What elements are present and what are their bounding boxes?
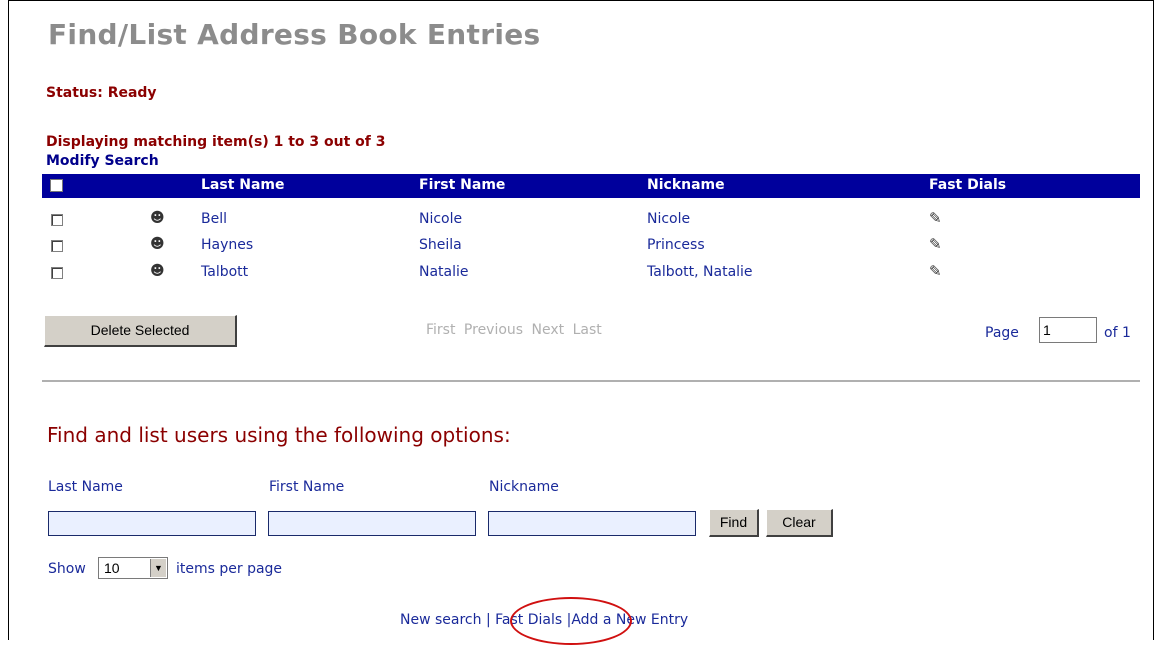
chevron-down-icon[interactable]: ▼ — [150, 559, 166, 577]
nickname-label: Nickname — [489, 479, 559, 495]
modify-search-link[interactable]: Modify Search — [46, 153, 159, 169]
first-name-label: First Name — [269, 479, 345, 495]
cell-nickname[interactable]: Princess — [647, 237, 705, 253]
cell-first-name[interactable]: Natalie — [419, 264, 469, 280]
pager-previous: Previous — [463, 322, 524, 338]
table-header: Last Name First Name Nickname Fast Dials — [42, 174, 1140, 198]
clear-button[interactable]: Clear — [766, 509, 833, 537]
items-per-page-select[interactable]: 10 ▼ — [98, 557, 168, 579]
column-header-last-name[interactable]: Last Name — [201, 177, 285, 193]
page-label: Page — [985, 325, 1019, 341]
cell-last-name[interactable]: Bell — [201, 211, 227, 227]
new-search-link[interactable]: New search — [400, 612, 482, 628]
highlight-ellipse — [510, 597, 632, 645]
page-number-input[interactable] — [1039, 317, 1097, 343]
last-name-field[interactable] — [48, 511, 256, 536]
row-checkbox[interactable] — [51, 214, 63, 226]
column-header-first-name[interactable]: First Name — [419, 177, 505, 193]
items-per-page-value: 10 — [104, 560, 120, 576]
select-all-checkbox[interactable] — [50, 179, 63, 192]
find-button[interactable]: Find — [709, 509, 759, 537]
edit-fast-dial-icon[interactable]: ✎ — [929, 235, 942, 253]
table-row: ☻ Bell Nicole Nicole ✎ — [42, 208, 1140, 234]
table-row: ☻ Talbott Natalie Talbott, Natalie ✎ — [42, 261, 1140, 287]
first-name-field[interactable] — [268, 511, 476, 536]
row-checkbox[interactable] — [51, 240, 63, 252]
cell-first-name[interactable]: Nicole — [419, 211, 462, 227]
footer-separator: | — [485, 612, 491, 628]
items-per-page-label: items per page — [176, 561, 283, 577]
pager-first: First — [426, 322, 456, 338]
row-checkbox[interactable] — [51, 267, 63, 279]
cell-last-name[interactable]: Haynes — [201, 237, 253, 253]
cell-nickname[interactable]: Talbott, Natalie — [647, 264, 753, 280]
person-icon: ☻ — [150, 210, 165, 226]
person-icon: ☻ — [150, 236, 165, 252]
cell-nickname[interactable]: Nicole — [647, 211, 690, 227]
nickname-field[interactable] — [488, 511, 696, 536]
edit-fast-dial-icon[interactable]: ✎ — [929, 209, 942, 227]
pager-last: Last — [572, 322, 602, 338]
pager-next: Next — [531, 322, 565, 338]
show-label: Show — [48, 561, 86, 577]
page-total-label: of 1 — [1104, 325, 1131, 341]
status-text: Status: Ready — [46, 85, 157, 101]
divider — [42, 380, 1140, 382]
delete-selected-button[interactable]: Delete Selected — [44, 315, 237, 347]
cell-last-name[interactable]: Talbott — [201, 264, 248, 280]
pager-links: First Previous Next Last — [426, 322, 606, 338]
find-section-heading: Find and list users using the following … — [47, 423, 511, 447]
table-row: ☻ Haynes Sheila Princess ✎ — [42, 234, 1140, 260]
edit-fast-dial-icon[interactable]: ✎ — [929, 262, 942, 280]
last-name-label: Last Name — [48, 479, 123, 495]
column-header-nickname[interactable]: Nickname — [647, 177, 725, 193]
column-header-fast-dials: Fast Dials — [929, 177, 1007, 193]
cell-first-name[interactable]: Sheila — [419, 237, 462, 253]
person-icon: ☻ — [150, 263, 165, 279]
page-title: Find/List Address Book Entries — [48, 18, 541, 51]
display-summary: Displaying matching item(s) 1 to 3 out o… — [46, 134, 386, 150]
